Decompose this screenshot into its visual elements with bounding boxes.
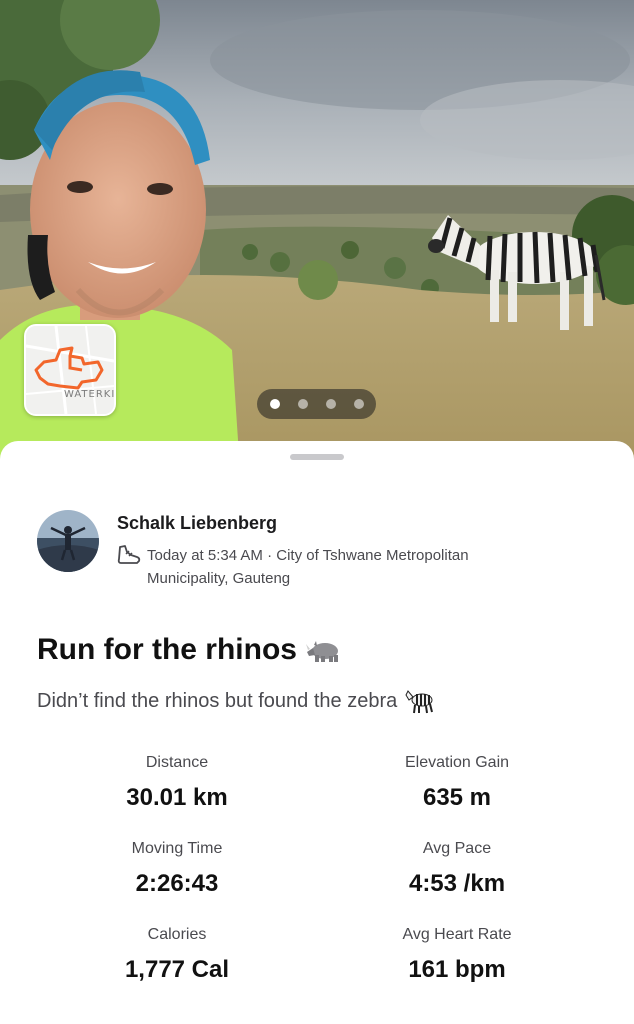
stat-value: 4:53 /km: [408, 870, 506, 897]
pager-dot[interactable]: [353, 399, 364, 409]
stat-value: 1,777 Cal: [124, 956, 230, 983]
stat-value: 635 m: [422, 784, 492, 811]
stat-moving-time: Moving Time 2:26:43: [37, 840, 317, 898]
avatar[interactable]: [37, 510, 99, 572]
stat-avg-heart-rate: Avg Heart Rate 161 bpm: [317, 926, 597, 984]
stat-label: Avg Pace: [422, 840, 492, 857]
stat-avg-pace: Avg Pace 4:53 /km: [317, 840, 597, 898]
rhino-icon: [305, 641, 338, 662]
stat-value: 2:26:43: [135, 870, 219, 897]
stat-distance: Distance 30.01 km: [37, 754, 317, 812]
activity-title-row: Run for the rhinos: [37, 633, 341, 667]
pager-dot[interactable]: [297, 399, 308, 409]
drag-handle[interactable]: [290, 454, 344, 460]
stat-label: Calories: [147, 926, 207, 943]
stat-value: 161 bpm: [408, 956, 506, 983]
stat-value: 30.01 km: [126, 784, 228, 811]
route-map: [26, 326, 114, 414]
stat-elevation-gain: Elevation Gain 635 m: [317, 754, 597, 812]
stat-label: Distance: [145, 754, 209, 771]
stat-label: Moving Time: [131, 840, 223, 857]
activity-description-row: Didn’t find the rhinos but found the zeb…: [37, 688, 435, 714]
activity-title: Run for the rhinos: [37, 633, 297, 666]
athlete-name[interactable]: Schalk Liebenberg: [117, 513, 277, 534]
activity-photo[interactable]: WATERKI: [0, 0, 634, 470]
activity-meta: Today at 5:34 AM · City of Tshwane Metro…: [147, 547, 469, 587]
pager-dot[interactable]: [269, 399, 280, 409]
activity-sheet: Schalk Liebenberg Today at 5:34 AM · Cit…: [0, 441, 634, 1024]
running-shoe-icon: [117, 545, 141, 564]
stat-label: Avg Heart Rate: [402, 926, 512, 943]
pager-dot[interactable]: [325, 399, 336, 409]
map-place-label: WATERKI: [64, 389, 116, 400]
zebra-icon: [405, 690, 434, 714]
photo-pager[interactable]: [257, 389, 376, 419]
stat-calories: Calories 1,777 Cal: [37, 926, 317, 984]
stat-label: Elevation Gain: [404, 754, 510, 771]
route-map-thumbnail[interactable]: WATERKI: [24, 324, 116, 416]
activity-description: Didn’t find the rhinos but found the zeb…: [37, 689, 398, 712]
